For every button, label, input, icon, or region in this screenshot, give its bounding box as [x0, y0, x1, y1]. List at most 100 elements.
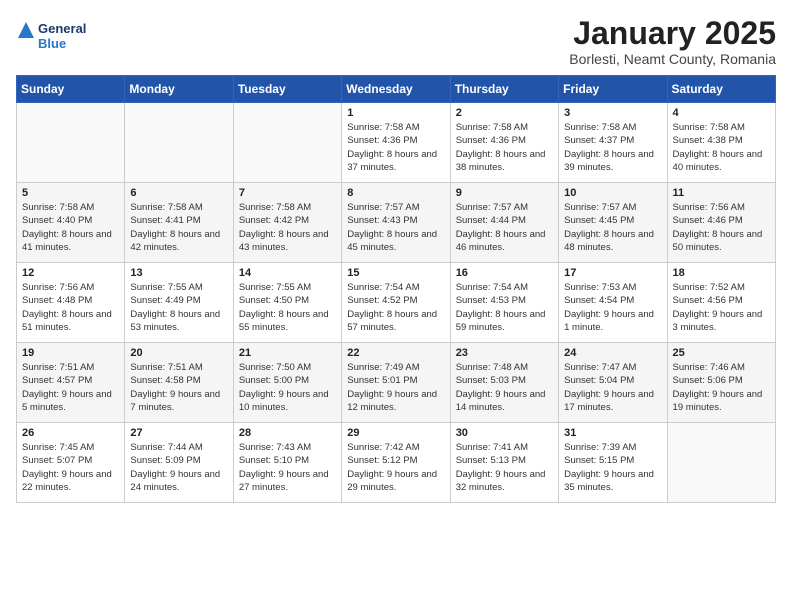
- calendar-week-row: 26 Sunrise: 7:45 AM Sunset: 5:07 PM Dayli…: [17, 423, 776, 503]
- day-number: 5: [22, 187, 119, 199]
- day-number: 23: [456, 347, 553, 359]
- day-info: Sunrise: 7:58 AM Sunset: 4:36 PM Dayligh…: [456, 121, 553, 174]
- day-number: 11: [673, 187, 770, 199]
- calendar-cell: 11Sunrise: 7:56 AM Sunset: 4:46 PM Dayli…: [667, 183, 775, 263]
- day-info: Sunrise: 7:50 AM Sunset: 5:00 PM Dayligh…: [239, 361, 336, 414]
- day-number: 18: [673, 267, 770, 279]
- calendar-cell: 15Sunrise: 7:54 AM Sunset: 4:52 PM Dayli…: [342, 263, 450, 343]
- day-number: 6: [130, 187, 227, 199]
- calendar-body: 1 Sunrise: 7:58 AM Sunset: 4:36 PM Daylig…: [17, 103, 776, 503]
- calendar-table: SundayMondayTuesdayWednesdayThursdayFrid…: [16, 75, 776, 503]
- calendar-cell: 31 Sunrise: 7:39 AM Sunset: 5:15 PM Dayli…: [559, 423, 667, 503]
- calendar-cell: 20 Sunrise: 7:51 AM Sunset: 4:58 PM Dayli…: [125, 343, 233, 423]
- day-header: Wednesday: [342, 76, 450, 103]
- calendar-cell: 3Sunrise: 7:58 AM Sunset: 4:37 PM Daylig…: [559, 103, 667, 183]
- calendar-cell: 23 Sunrise: 7:48 AM Sunset: 5:03 PM Dayli…: [450, 343, 558, 423]
- day-number: 1: [347, 107, 444, 119]
- day-info: Sunrise: 7:58 AM Sunset: 4:42 PM Dayligh…: [239, 201, 336, 254]
- calendar-cell: 5 Sunrise: 7:58 AM Sunset: 4:40 PM Daylig…: [17, 183, 125, 263]
- day-info: Sunrise: 7:47 AM Sunset: 5:04 PM Dayligh…: [564, 361, 661, 414]
- calendar-cell: 8 Sunrise: 7:57 AM Sunset: 4:43 PM Daylig…: [342, 183, 450, 263]
- calendar-cell: 19Sunrise: 7:51 AM Sunset: 4:57 PM Dayli…: [17, 343, 125, 423]
- day-header: Tuesday: [233, 76, 341, 103]
- day-header: Friday: [559, 76, 667, 103]
- day-info: Sunrise: 7:58 AM Sunset: 4:41 PM Dayligh…: [130, 201, 227, 254]
- day-info: Sunrise: 7:57 AM Sunset: 4:43 PM Dayligh…: [347, 201, 444, 254]
- calendar-cell: [125, 103, 233, 183]
- day-info: Sunrise: 7:55 AM Sunset: 4:50 PM Dayligh…: [239, 281, 336, 334]
- location-subtitle: Borlesti, Neamt County, Romania: [569, 51, 776, 67]
- calendar-cell: [233, 103, 341, 183]
- day-info: Sunrise: 7:55 AM Sunset: 4:49 PM Dayligh…: [130, 281, 227, 334]
- svg-text:Blue: Blue: [38, 36, 66, 51]
- day-number: 2: [456, 107, 553, 119]
- calendar-header-row: SundayMondayTuesdayWednesdayThursdayFrid…: [17, 76, 776, 103]
- page-header: General Blue January 2025 Borlesti, Neam…: [16, 16, 776, 67]
- calendar-cell: 10 Sunrise: 7:57 AM Sunset: 4:45 PM Dayli…: [559, 183, 667, 263]
- day-number: 29: [347, 427, 444, 439]
- day-info: Sunrise: 7:58 AM Sunset: 4:36 PM Dayligh…: [347, 121, 444, 174]
- day-number: 27: [130, 427, 227, 439]
- calendar-cell: 17Sunrise: 7:53 AM Sunset: 4:54 PM Dayli…: [559, 263, 667, 343]
- day-info: Sunrise: 7:56 AM Sunset: 4:48 PM Dayligh…: [22, 281, 119, 334]
- calendar-cell: 18 Sunrise: 7:52 AM Sunset: 4:56 PM Dayli…: [667, 263, 775, 343]
- day-number: 25: [673, 347, 770, 359]
- title-block: January 2025 Borlesti, Neamt County, Rom…: [569, 16, 776, 67]
- day-info: Sunrise: 7:58 AM Sunset: 4:37 PM Dayligh…: [564, 121, 661, 174]
- logo-icon: General Blue: [16, 16, 96, 56]
- logo: General Blue: [16, 16, 96, 56]
- calendar-cell: 30Sunrise: 7:41 AM Sunset: 5:13 PM Dayli…: [450, 423, 558, 503]
- month-title: January 2025: [569, 16, 776, 51]
- calendar-cell: 7 Sunrise: 7:58 AM Sunset: 4:42 PM Daylig…: [233, 183, 341, 263]
- day-number: 21: [239, 347, 336, 359]
- calendar-cell: 9 Sunrise: 7:57 AM Sunset: 4:44 PM Daylig…: [450, 183, 558, 263]
- day-info: Sunrise: 7:58 AM Sunset: 4:40 PM Dayligh…: [22, 201, 119, 254]
- day-number: 10: [564, 187, 661, 199]
- day-number: 9: [456, 187, 553, 199]
- calendar-cell: 27 Sunrise: 7:44 AM Sunset: 5:09 PM Dayli…: [125, 423, 233, 503]
- day-info: Sunrise: 7:49 AM Sunset: 5:01 PM Dayligh…: [347, 361, 444, 414]
- day-info: Sunrise: 7:57 AM Sunset: 4:45 PM Dayligh…: [564, 201, 661, 254]
- day-number: 28: [239, 427, 336, 439]
- calendar-cell: 22 Sunrise: 7:49 AM Sunset: 5:01 PM Dayli…: [342, 343, 450, 423]
- day-info: Sunrise: 7:53 AM Sunset: 4:54 PM Dayligh…: [564, 281, 661, 334]
- calendar-cell: 29 Sunrise: 7:42 AM Sunset: 5:12 PM Dayli…: [342, 423, 450, 503]
- day-info: Sunrise: 7:48 AM Sunset: 5:03 PM Dayligh…: [456, 361, 553, 414]
- day-number: 13: [130, 267, 227, 279]
- day-number: 24: [564, 347, 661, 359]
- calendar-cell: 16 Sunrise: 7:54 AM Sunset: 4:53 PM Dayli…: [450, 263, 558, 343]
- day-number: 26: [22, 427, 119, 439]
- svg-text:General: General: [38, 21, 86, 36]
- calendar-cell: 12 Sunrise: 7:56 AM Sunset: 4:48 PM Dayli…: [17, 263, 125, 343]
- calendar-cell: 2 Sunrise: 7:58 AM Sunset: 4:36 PM Daylig…: [450, 103, 558, 183]
- day-info: Sunrise: 7:44 AM Sunset: 5:09 PM Dayligh…: [130, 441, 227, 494]
- day-info: Sunrise: 7:42 AM Sunset: 5:12 PM Dayligh…: [347, 441, 444, 494]
- calendar-cell: 6 Sunrise: 7:58 AM Sunset: 4:41 PM Daylig…: [125, 183, 233, 263]
- calendar-cell: 13 Sunrise: 7:55 AM Sunset: 4:49 PM Dayli…: [125, 263, 233, 343]
- day-number: 8: [347, 187, 444, 199]
- calendar-cell: 26 Sunrise: 7:45 AM Sunset: 5:07 PM Dayli…: [17, 423, 125, 503]
- day-info: Sunrise: 7:51 AM Sunset: 4:57 PM Dayligh…: [22, 361, 119, 414]
- day-number: 15: [347, 267, 444, 279]
- day-info: Sunrise: 7:54 AM Sunset: 4:53 PM Dayligh…: [456, 281, 553, 334]
- day-number: 31: [564, 427, 661, 439]
- calendar-cell: 21 Sunrise: 7:50 AM Sunset: 5:00 PM Dayli…: [233, 343, 341, 423]
- day-info: Sunrise: 7:45 AM Sunset: 5:07 PM Dayligh…: [22, 441, 119, 494]
- day-info: Sunrise: 7:58 AM Sunset: 4:38 PM Dayligh…: [673, 121, 770, 174]
- calendar-cell: 14 Sunrise: 7:55 AM Sunset: 4:50 PM Dayli…: [233, 263, 341, 343]
- day-info: Sunrise: 7:51 AM Sunset: 4:58 PM Dayligh…: [130, 361, 227, 414]
- day-info: Sunrise: 7:43 AM Sunset: 5:10 PM Dayligh…: [239, 441, 336, 494]
- calendar-cell: 28 Sunrise: 7:43 AM Sunset: 5:10 PM Dayli…: [233, 423, 341, 503]
- day-number: 12: [22, 267, 119, 279]
- day-number: 20: [130, 347, 227, 359]
- day-info: Sunrise: 7:57 AM Sunset: 4:44 PM Dayligh…: [456, 201, 553, 254]
- day-info: Sunrise: 7:52 AM Sunset: 4:56 PM Dayligh…: [673, 281, 770, 334]
- day-number: 16: [456, 267, 553, 279]
- day-number: 14: [239, 267, 336, 279]
- day-info: Sunrise: 7:39 AM Sunset: 5:15 PM Dayligh…: [564, 441, 661, 494]
- day-number: 7: [239, 187, 336, 199]
- day-number: 22: [347, 347, 444, 359]
- calendar-cell: 25Sunrise: 7:46 AM Sunset: 5:06 PM Dayli…: [667, 343, 775, 423]
- calendar-week-row: 5 Sunrise: 7:58 AM Sunset: 4:40 PM Daylig…: [17, 183, 776, 263]
- calendar-cell: [667, 423, 775, 503]
